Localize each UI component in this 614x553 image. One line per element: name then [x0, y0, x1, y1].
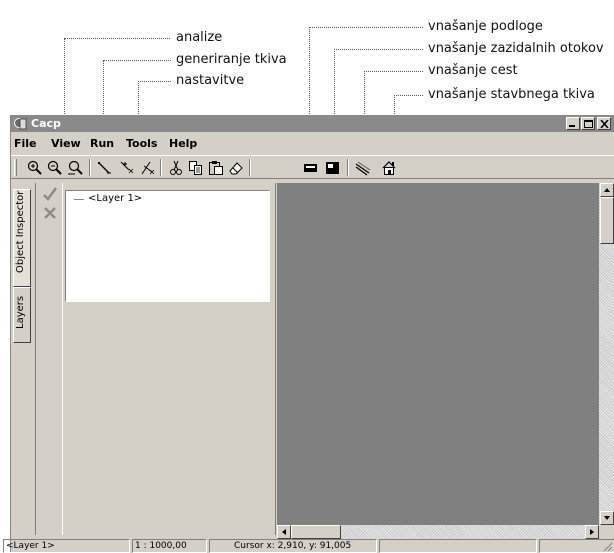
- scroll-up-button[interactable]: [600, 183, 614, 197]
- scroll-down-button[interactable]: [600, 511, 614, 525]
- draw-line-button[interactable]: [95, 159, 115, 177]
- callout-label: generiranje tkiva: [176, 52, 287, 67]
- zoom-out-button[interactable]: [45, 159, 65, 177]
- zoom-in-button[interactable]: [25, 159, 45, 177]
- cut-icon: [170, 160, 182, 175]
- eraser-button[interactable]: [226, 159, 246, 177]
- side-tabs: Object Inspector Layers: [11, 183, 32, 535]
- status-grip[interactable]: [539, 539, 614, 553]
- callout-label: analize: [176, 30, 223, 45]
- cut-button[interactable]: [166, 159, 186, 177]
- app-icon: [14, 118, 27, 130]
- drawing-canvas[interactable]: [277, 183, 599, 525]
- app-window: Cacp File View Run Tools Help Object Ins…: [3, 115, 614, 553]
- callout-label: vnašanje zazidalnih otokov: [428, 41, 604, 56]
- close-icon: [600, 120, 609, 128]
- layer-list[interactable]: <Layer 1>: [65, 190, 270, 302]
- scroll-left-button[interactable]: [277, 525, 291, 539]
- building-icon: [382, 161, 396, 175]
- copy-icon: [189, 161, 202, 175]
- status-layer: <Layer 1>: [3, 539, 130, 553]
- delete-vertex-button[interactable]: [138, 159, 158, 177]
- paste-button[interactable]: [206, 159, 226, 177]
- leader-line: [64, 38, 170, 39]
- callout-label: vnašanje cest: [428, 63, 518, 78]
- tab-object-inspector-label: Object Inspector: [15, 190, 26, 273]
- maximize-icon: [584, 120, 593, 128]
- toolbar-separator: [89, 159, 91, 176]
- leader-line: [138, 81, 171, 82]
- zoom-in-icon: [27, 160, 42, 175]
- leader-line: [364, 71, 423, 72]
- paste-icon: [209, 161, 223, 175]
- edit-vertex-button[interactable]: [117, 159, 137, 177]
- zoom-fit-icon: [68, 160, 83, 175]
- vertical-scrollbar[interactable]: [599, 183, 614, 525]
- underlay-icon: [304, 164, 317, 172]
- arrow-right-icon: [590, 529, 594, 535]
- close-button[interactable]: [597, 117, 611, 130]
- delete-vertex-icon: [141, 161, 155, 175]
- resize-grip-icon: [603, 542, 613, 552]
- callout-label: nastavitve: [176, 73, 245, 88]
- arrow-down-icon: [604, 516, 610, 520]
- menu-file[interactable]: File: [14, 137, 37, 150]
- tree-connector: [74, 199, 84, 200]
- layer-actions: [35, 183, 63, 535]
- window-title: Cacp: [31, 117, 61, 130]
- leader-line: [394, 95, 423, 96]
- title-bar: Cacp: [11, 115, 614, 132]
- menu-tools[interactable]: Tools: [126, 137, 157, 150]
- minimize-icon: [569, 125, 575, 127]
- toolbar-grip[interactable]: [14, 159, 17, 176]
- leader-line: [103, 60, 171, 61]
- status-cursor: Cursor x: 2,910, y: 91,005: [209, 539, 377, 553]
- status-bar: <Layer 1> 1 : 1000,00 Cursor x: 2,910, y…: [3, 539, 614, 553]
- layer-panel: <Layer 1>: [63, 183, 276, 535]
- menu-run[interactable]: Run: [90, 137, 114, 150]
- block-island-icon: [326, 162, 339, 174]
- toolbar: [11, 155, 614, 179]
- status-scale: 1 : 1000,00: [132, 539, 207, 553]
- copy-button[interactable]: [186, 159, 206, 177]
- tab-layers-label: Layers: [15, 295, 26, 329]
- draw-line-icon: [98, 162, 111, 174]
- layer-item[interactable]: <Layer 1>: [88, 193, 142, 204]
- scroll-right-button[interactable]: [585, 525, 599, 539]
- road-icon: [355, 161, 371, 176]
- minimize-button[interactable]: [566, 117, 580, 130]
- menu-bar: File View Run Tools Help: [11, 134, 614, 153]
- zoom-out-icon: [47, 160, 62, 175]
- zoom-fit-button[interactable]: [65, 159, 85, 177]
- arrow-up-icon: [604, 188, 610, 192]
- arrow-left-icon: [282, 529, 286, 535]
- eraser-icon: [229, 162, 243, 175]
- menu-help[interactable]: Help: [169, 137, 197, 150]
- underlay-button[interactable]: [301, 159, 321, 177]
- status-empty: [379, 539, 537, 553]
- road-button[interactable]: [353, 159, 373, 177]
- toolbar-separator: [249, 159, 251, 176]
- vertical-scroll-thumb[interactable]: [600, 197, 614, 244]
- edit-vertex-icon: [120, 161, 134, 174]
- horizontal-scroll-thumb[interactable]: [291, 525, 341, 539]
- leader-line: [334, 49, 423, 50]
- building-button[interactable]: [379, 159, 399, 177]
- tab-object-inspector[interactable]: Object Inspector: [13, 189, 31, 287]
- callout-label: vnašanje podloge: [428, 19, 543, 34]
- leader-line: [309, 27, 423, 28]
- callout-label: vnašanje stavbnega tkiva: [428, 87, 595, 102]
- menu-view[interactable]: View: [51, 137, 81, 150]
- reject-x-icon[interactable]: [42, 205, 58, 221]
- toolbar-separator: [347, 159, 349, 176]
- maximize-button[interactable]: [581, 117, 595, 130]
- toolbar-separator: [160, 159, 162, 176]
- tab-layers[interactable]: Layers: [13, 287, 31, 343]
- accept-checkmark-icon[interactable]: [42, 186, 58, 202]
- horizontal-scrollbar[interactable]: [277, 525, 599, 539]
- scroll-corner: [599, 525, 614, 539]
- block-island-button[interactable]: [323, 159, 343, 177]
